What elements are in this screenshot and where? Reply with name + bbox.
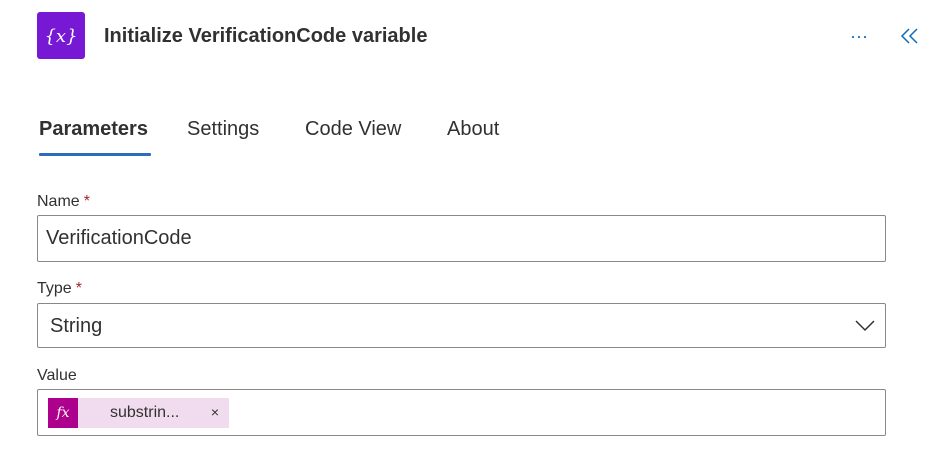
active-tab-indicator [39, 153, 151, 156]
type-selected-value: String [50, 315, 103, 337]
expression-token[interactable]: fx substrin... × [48, 398, 229, 428]
chevron-down-icon [855, 320, 875, 332]
type-label: Type * [37, 280, 82, 298]
name-label: Name * [37, 193, 90, 211]
tab-code-view[interactable]: Code View [305, 118, 401, 141]
variable-glyph: {x} [44, 26, 77, 47]
type-label-text: Type [37, 280, 72, 297]
tab-settings[interactable]: Settings [187, 118, 259, 141]
name-input[interactable] [37, 215, 886, 262]
double-chevron-left-icon [900, 28, 918, 44]
more-options-button[interactable]: ··· [846, 22, 872, 50]
value-input[interactable]: fx substrin... × [37, 389, 886, 436]
expression-token-text: substrin... [110, 404, 180, 421]
value-label: Value [37, 367, 77, 385]
tab-about[interactable]: About [447, 118, 499, 141]
value-label-text: Value [37, 367, 77, 384]
remove-token-button[interactable]: × [211, 404, 219, 420]
variable-icon-text: {x} [44, 26, 77, 47]
action-title: Initialize VerificationCode variable [104, 25, 428, 47]
variable-icon: {x} [37, 12, 85, 59]
required-mark: * [75, 280, 82, 297]
tab-parameters[interactable]: Parameters [39, 118, 148, 141]
type-dropdown[interactable]: String [37, 303, 886, 348]
required-mark: * [83, 193, 90, 210]
name-label-text: Name [37, 193, 80, 210]
fx-icon: fx [48, 398, 78, 428]
collapse-panel-button[interactable] [896, 22, 924, 50]
